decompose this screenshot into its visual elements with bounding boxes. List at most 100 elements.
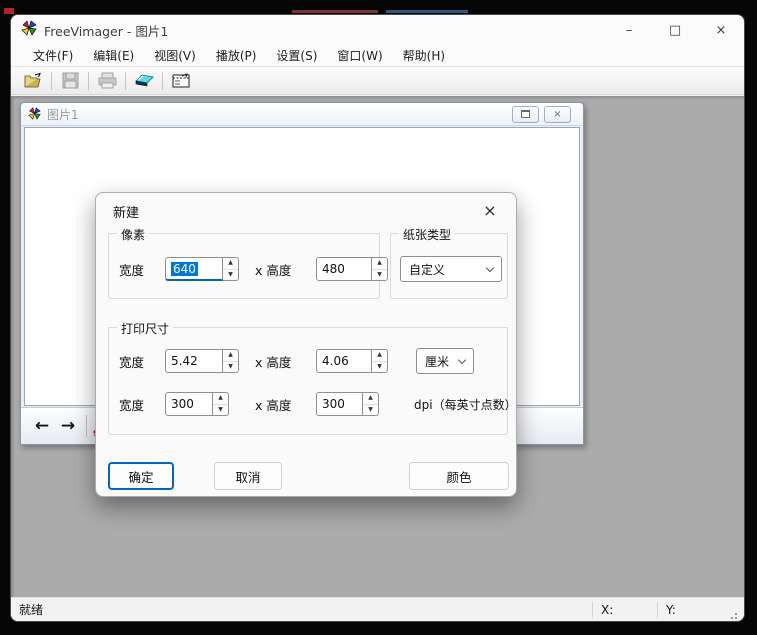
toolbar-separator <box>86 415 87 437</box>
spinner-up[interactable]: ▲ <box>372 350 387 362</box>
color-button[interactable]: 颜色 <box>409 462 509 490</box>
close-button[interactable]: × <box>698 15 744 45</box>
window-title: FreeVimager - 图片1 <box>44 21 168 40</box>
dpi-width-spin-buttons: ▲ ▼ <box>213 392 229 416</box>
spinner-up[interactable]: ▲ <box>213 393 228 405</box>
paper-type-combobox[interactable]: 自定义 <box>400 256 502 282</box>
spinner-down[interactable]: ▼ <box>363 405 378 416</box>
status-ready: 就绪 <box>19 601 43 618</box>
maximize-button[interactable]: □ <box>652 15 698 45</box>
scan-icon[interactable] <box>130 69 158 93</box>
cancel-button[interactable]: 取消 <box>214 462 282 490</box>
dpi-height-spin-buttons: ▲ ▼ <box>363 392 379 416</box>
print-width-spinner: 5.42 ▲ ▼ <box>165 349 239 373</box>
screen: FreeVimager - 图片1 – □ × 文件(F) 编辑(E) 视图(V… <box>0 0 757 635</box>
previous-image-button[interactable]: ← <box>29 413 55 439</box>
status-x-coordinate: X: <box>601 603 649 617</box>
status-y-coordinate: Y: <box>666 603 714 617</box>
paper-type-value: 自定义 <box>409 261 445 278</box>
restore-icon <box>521 110 530 118</box>
pixels-group: 像素 宽度 640 ▲ ▼ x 高度 <box>108 233 380 299</box>
print-width-input[interactable]: 5.42 <box>165 349 223 373</box>
menu-help[interactable]: 帮助(H) <box>393 45 455 66</box>
background-artifact <box>292 10 378 13</box>
resize-grip[interactable] <box>728 609 738 619</box>
unit-combobox[interactable]: 厘米 <box>416 348 474 374</box>
image-window-titlebar: 图片1 × <box>21 103 583 126</box>
open-icon[interactable] <box>19 69 47 93</box>
mdi-workspace: 图片1 × ← → ↶ 90° <box>11 96 745 599</box>
print-width-spin-buttons: ▲ ▼ <box>223 349 239 373</box>
print-height-spinner: 4.06 ▲ ▼ <box>316 349 388 373</box>
background-artifact <box>4 8 14 14</box>
spinner-down[interactable]: ▼ <box>372 270 387 281</box>
next-image-button[interactable]: → <box>55 413 81 439</box>
spinner-up[interactable]: ▲ <box>372 258 387 270</box>
pixel-height-label: x 高度 <box>255 260 307 279</box>
spinner-down[interactable]: ▼ <box>213 405 228 416</box>
image-window-restore-button[interactable] <box>512 106 539 123</box>
app-icon <box>21 20 37 40</box>
pixel-height-input[interactable]: 480 <box>316 257 372 281</box>
toolbar-separator <box>88 72 89 90</box>
save-icon[interactable] <box>56 69 84 93</box>
dialog-close-button[interactable]: × <box>476 198 504 222</box>
menu-settings[interactable]: 设置(S) <box>266 45 327 66</box>
statusbar-separator <box>657 602 658 618</box>
dpi-height-input[interactable]: 300 <box>316 392 363 416</box>
print-height-label: x 高度 <box>255 352 307 371</box>
spinner-up[interactable]: ▲ <box>363 393 378 405</box>
menu-edit[interactable]: 编辑(E) <box>83 45 144 66</box>
dialog-title: 新建 <box>113 202 139 221</box>
pixel-width-input[interactable]: 640 <box>165 257 223 281</box>
dpi-width-spinner: 300 ▲ ▼ <box>165 392 229 416</box>
print-icon[interactable] <box>93 69 121 93</box>
pixel-width-spinner: 640 ▲ ▼ <box>165 257 239 281</box>
toolbar-separator <box>125 72 126 90</box>
pixel-width-label: 宽度 <box>119 260 165 279</box>
dpi-height-label: x 高度 <box>255 395 307 414</box>
print-size-group: 打印尺寸 宽度 5.42 ▲ ▼ x 高度 4.06 <box>108 327 508 435</box>
title-bar: FreeVimager - 图片1 – □ × <box>11 15 744 45</box>
dpi-width-label: 宽度 <box>119 395 165 414</box>
statusbar-separator <box>592 602 593 618</box>
pixel-height-spin-buttons: ▲ ▼ <box>372 257 388 281</box>
new-image-dialog: 新建 × 像素 宽度 640 ▲ ▼ <box>95 192 517 497</box>
menu-bar: 文件(F) 编辑(E) 视图(V) 播放(P) 设置(S) 窗口(W) 帮助(H… <box>11 45 744 67</box>
paper-type-legend: 纸张类型 <box>399 226 455 243</box>
menu-file[interactable]: 文件(F) <box>23 45 83 66</box>
dpi-width-input[interactable]: 300 <box>165 392 213 416</box>
unit-value: 厘米 <box>425 353 449 370</box>
spinner-up[interactable]: ▲ <box>223 258 238 270</box>
spinner-down[interactable]: ▼ <box>223 270 238 281</box>
spinner-down[interactable]: ▼ <box>223 362 238 373</box>
status-bar: 就绪 X: Y: <box>11 597 745 621</box>
spinner-down[interactable]: ▼ <box>372 362 387 373</box>
pixel-height-spinner: 480 ▲ ▼ <box>316 257 388 281</box>
menu-window[interactable]: 窗口(W) <box>327 45 392 66</box>
print-width-label: 宽度 <box>119 352 165 371</box>
image-window-icon <box>28 105 41 124</box>
pixel-width-spin-buttons: ▲ ▼ <box>223 257 239 281</box>
image-window-title: 图片1 <box>47 106 79 123</box>
ok-button[interactable]: 确定 <box>108 462 174 490</box>
dpi-height-spinner: 300 ▲ ▼ <box>316 392 379 416</box>
minimize-button[interactable]: – <box>606 15 652 45</box>
chevron-down-icon <box>486 263 494 271</box>
pixels-legend: 像素 <box>117 226 149 243</box>
spinner-up[interactable]: ▲ <box>223 350 238 362</box>
print-height-input[interactable]: 4.06 <box>316 349 372 373</box>
image-window-close-button[interactable]: × <box>544 106 571 123</box>
toolbar-separator <box>162 72 163 90</box>
main-toolbar <box>11 67 744 95</box>
chevron-down-icon <box>458 355 466 363</box>
paper-type-group: 纸张类型 自定义 <box>390 233 508 299</box>
dpi-note: dpi（每英寸点数） <box>414 396 517 413</box>
menu-view[interactable]: 视图(V) <box>144 45 206 66</box>
print-size-legend: 打印尺寸 <box>117 320 173 337</box>
menu-play[interactable]: 播放(P) <box>206 45 267 66</box>
main-window: FreeVimager - 图片1 – □ × 文件(F) 编辑(E) 视图(V… <box>10 14 745 622</box>
toolbar-separator <box>51 72 52 90</box>
background-artifact <box>386 10 468 13</box>
properties-icon[interactable] <box>167 69 195 93</box>
